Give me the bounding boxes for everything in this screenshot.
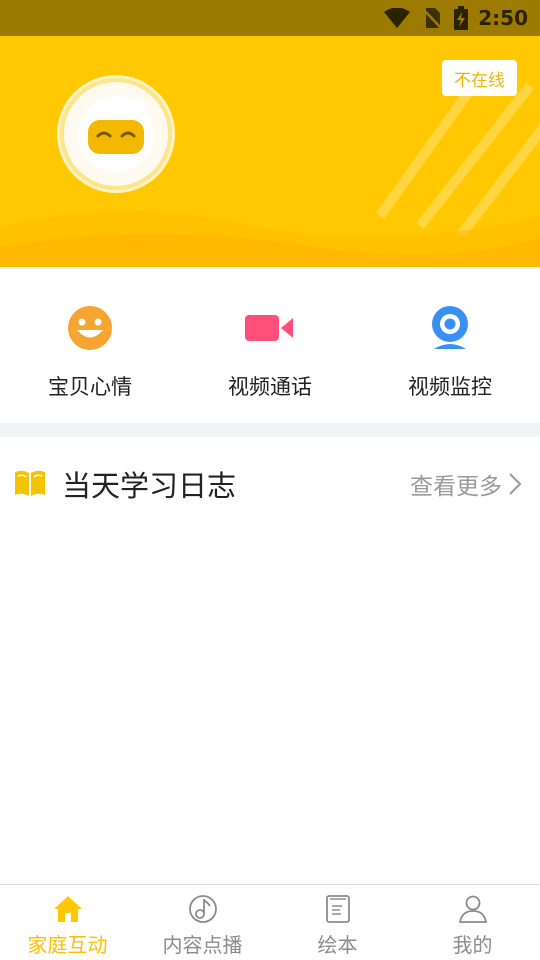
section-title: 当天学习日志: [62, 469, 237, 503]
home-icon: [52, 893, 84, 925]
nav-label: 内容点播: [162, 933, 243, 957]
view-more-label: 查看更多: [410, 474, 502, 500]
smiley-face-icon: [65, 303, 115, 353]
profile-icon: [457, 893, 489, 925]
action-label: 视频通话: [228, 375, 312, 399]
nav-label: 家庭互动: [27, 933, 108, 957]
status-time: 2:50: [478, 6, 528, 30]
webcam-icon: [425, 303, 475, 353]
profile-header: 不在线: [0, 36, 540, 267]
picture-book-icon: [322, 893, 354, 925]
bottom-navigation: 家庭互动 内容点播 绘本 我的: [0, 884, 540, 960]
video-camera-icon: [245, 303, 295, 353]
header-waves: [0, 211, 540, 267]
chevron-right-icon: [509, 473, 522, 495]
action-label: 宝贝心情: [48, 375, 132, 399]
baby-mood-button[interactable]: 宝贝心情: [0, 267, 180, 423]
nav-profile[interactable]: 我的: [405, 885, 540, 960]
music-note-icon: [187, 893, 219, 925]
action-label: 视频监控: [408, 375, 492, 399]
quick-actions: 宝贝心情 视频通话 视频监控: [0, 267, 540, 423]
online-status-badge: 不在线: [442, 60, 517, 96]
status-bar: 2:50: [0, 0, 540, 36]
section-divider: [0, 423, 540, 437]
robot-avatar[interactable]: [60, 78, 172, 190]
nav-content-on-demand[interactable]: 内容点播: [135, 885, 270, 960]
robot-face-icon: [78, 96, 154, 172]
wifi-icon: [384, 7, 411, 29]
nav-label: 我的: [452, 933, 493, 957]
view-more-link[interactable]: 查看更多: [410, 467, 522, 501]
no-sim-icon: [422, 7, 443, 29]
nav-family-interaction[interactable]: 家庭互动: [0, 885, 135, 960]
video-call-button[interactable]: 视频通话: [180, 267, 360, 423]
video-monitor-button[interactable]: 视频监控: [360, 267, 540, 423]
nav-label: 绘本: [317, 933, 358, 957]
nav-picture-book[interactable]: 绘本: [270, 885, 405, 960]
open-book-icon: [15, 470, 45, 496]
battery-charging-icon: [454, 6, 469, 30]
learning-log-header: 当天学习日志 查看更多: [0, 437, 540, 529]
